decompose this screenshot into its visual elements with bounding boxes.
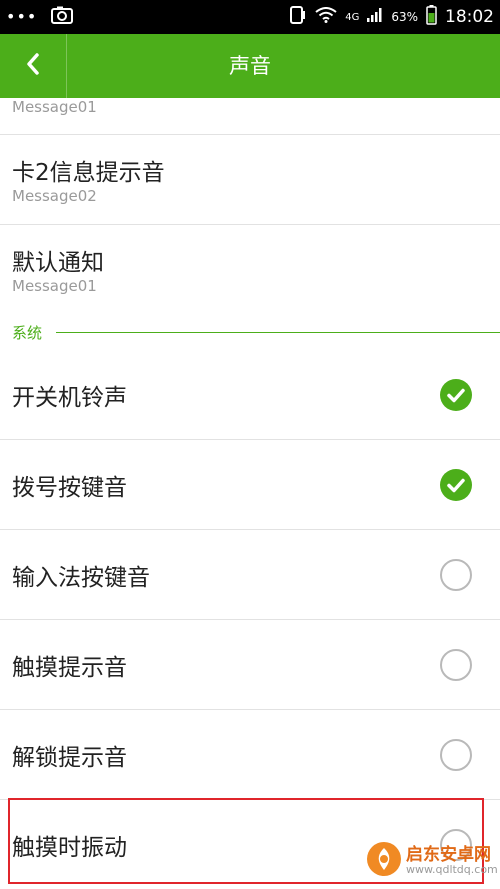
unlock-sound-row[interactable]: 解锁提示音 (0, 710, 500, 800)
more-dots-icon: ••• (6, 7, 38, 26)
row-subtitle: Message01 (12, 277, 97, 295)
section-header-system: 系统 (0, 320, 500, 350)
power-ringtone-row[interactable]: 开关机铃声 (0, 350, 500, 440)
check-icon (447, 388, 465, 403)
touch-sound-row[interactable]: 触摸提示音 (0, 620, 500, 710)
card2-message-tone-row[interactable]: 卡2信息提示音 Message02 (0, 135, 500, 225)
watermark-logo-icon (366, 841, 402, 881)
row-label: 卡2信息提示音 (12, 160, 165, 186)
checkbox-unchecked[interactable] (440, 559, 472, 591)
row-subtitle: Message01 (12, 98, 97, 116)
screenshot-icon (51, 6, 74, 28)
message-tone-row[interactable]: Message01 (0, 98, 500, 135)
row-label: 解锁提示音 (12, 745, 127, 771)
row-label: 触摸提示音 (12, 655, 127, 681)
row-label: 触摸时振动 (12, 835, 127, 861)
watermark: 启东安卓网 www.qdltdq.com (366, 837, 498, 885)
settings-list[interactable]: Message01 卡2信息提示音 Message02 默认通知 Message… (0, 98, 500, 889)
page-title: 声音 (229, 54, 271, 78)
status-bar: ••• 4G 63% 18:02 (0, 0, 500, 34)
checkbox-unchecked[interactable] (440, 739, 472, 771)
section-divider (56, 332, 500, 333)
call-vibrate-icon (289, 5, 307, 29)
clock: 18:02 (445, 7, 494, 27)
watermark-title: 启东安卓网 (406, 844, 491, 865)
dialpad-tone-row[interactable]: 拨号按键音 (0, 440, 500, 530)
row-label: 开关机铃声 (12, 385, 127, 411)
network-type: 4G (345, 11, 360, 23)
row-label: 输入法按键音 (12, 565, 150, 591)
check-icon (447, 478, 465, 493)
section-title: 系统 (12, 324, 43, 342)
checkbox-checked[interactable] (440, 379, 472, 411)
signal-icon (367, 8, 383, 26)
row-subtitle: Message02 (12, 187, 97, 205)
title-bar: 声音 (0, 34, 500, 98)
default-notification-row[interactable]: 默认通知 Message01 (0, 225, 500, 314)
row-label: 拨号按键音 (12, 475, 127, 501)
row-label: 默认通知 (12, 250, 104, 276)
wifi-icon (315, 7, 337, 27)
watermark-url: www.qdltdq.com (406, 863, 498, 877)
ime-keypress-tone-row[interactable]: 输入法按键音 (0, 530, 500, 620)
checkbox-unchecked[interactable] (440, 649, 472, 681)
battery-icon (426, 5, 437, 29)
checkbox-checked[interactable] (440, 469, 472, 501)
battery-percent: 63% (391, 10, 418, 24)
